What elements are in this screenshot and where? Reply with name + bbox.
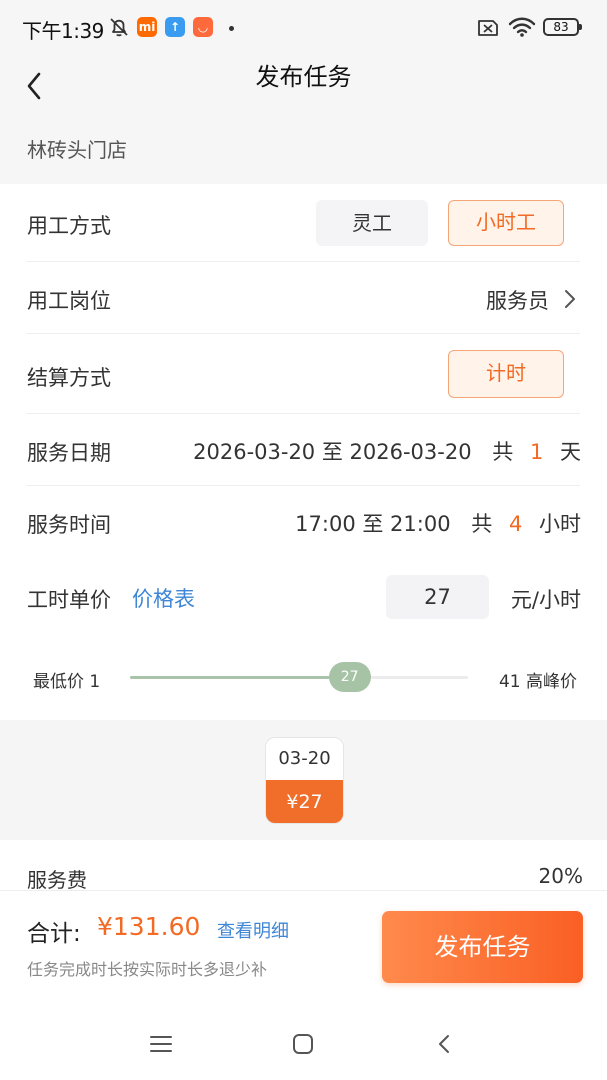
date-price-card[interactable]: 03-20 ¥27 (265, 737, 344, 824)
service-time-range: 17:00 至 21:00 (295, 512, 451, 536)
date-card-date: 03-20 (278, 748, 331, 769)
bottom-bar: 合计: ¥131.60 查看明细 任务完成时长按实际时长多退少补 发布任务 (0, 890, 607, 1003)
service-date-range: 2026-03-20 至 2026-03-20 (193, 440, 472, 464)
unit-price-input[interactable]: 27 (386, 575, 489, 619)
unit-price-label: 工时单价 (27, 588, 111, 612)
status-time: 下午1:39 (22, 19, 104, 43)
service-date-unit: 天 (560, 440, 581, 464)
more-notifications-dot (229, 26, 234, 31)
service-date-count: 1 (529, 440, 544, 464)
service-date-row[interactable]: 服务日期 2026-03-20 至 2026-03-20 共 1 天 (0, 414, 607, 486)
service-date-value: 2026-03-20 至 2026-03-20 共 1 天 (193, 436, 581, 466)
service-time-row[interactable]: 服务时间 17:00 至 21:00 共 4 小时 (0, 486, 607, 558)
service-time-label: 服务时间 (27, 513, 111, 537)
no-sim-icon (478, 20, 498, 36)
menu-icon[interactable] (149, 1034, 173, 1054)
nav-bar: 发布任务 (0, 56, 607, 116)
position-value: 服务员 (486, 289, 549, 313)
publish-task-button[interactable]: 发布任务 (382, 911, 583, 983)
chevron-right-icon (565, 290, 575, 308)
price-slider-thumb[interactable]: 27 (328, 662, 371, 692)
service-fee-label: 服务费 (27, 868, 87, 892)
home-icon[interactable] (292, 1033, 314, 1055)
work-mode-option-flexible[interactable]: 灵工 (316, 200, 428, 246)
price-slider-fill (130, 676, 350, 679)
service-time-count: 4 (508, 512, 523, 536)
page-title: 发布任务 (255, 63, 352, 91)
unit-price-unit: 元/小时 (510, 588, 581, 612)
position-row[interactable]: 用工岗位 服务员 (0, 262, 607, 334)
service-fee-row: 服务费 20% (0, 840, 607, 892)
refund-note: 任务完成时长按实际时长多退少补 (27, 960, 268, 979)
notification-muted-icon (110, 18, 128, 37)
service-date-label: 服务日期 (27, 441, 111, 465)
date-card-price: ¥27 (266, 780, 343, 823)
settlement-option-hourly[interactable]: 计时 (448, 350, 564, 398)
mi-app-icon: mi (137, 17, 157, 37)
store-name: 林砖头门店 (27, 138, 127, 162)
store-header: 林砖头门店 (0, 116, 607, 184)
unit-price-row: 工时单价 价格表 27 元/小时 (0, 558, 607, 636)
battery-indicator: 83 (543, 18, 582, 36)
service-date-total-prefix: 共 (492, 440, 514, 464)
price-table-link[interactable]: 价格表 (132, 583, 195, 613)
slider-max-label: 41 高峰价 (498, 672, 577, 692)
shop-app-icon: ◡ (193, 17, 213, 37)
work-mode-row: 用工方式 灵工 小时工 (0, 184, 607, 262)
service-fee-value: 20% (538, 864, 583, 888)
wifi-icon (508, 17, 536, 37)
system-nav-bar (0, 1004, 607, 1080)
service-time-value: 17:00 至 21:00 共 4 小时 (295, 508, 581, 538)
service-time-unit: 小时 (539, 512, 581, 536)
status-bar: 下午1:39 mi ↑ ◡ 83 (0, 0, 607, 56)
total-label: 合计: (27, 921, 81, 947)
position-label: 用工岗位 (27, 289, 111, 313)
settlement-label: 结算方式 (27, 366, 111, 390)
upload-app-icon: ↑ (165, 17, 185, 37)
settlement-row: 结算方式 计时 (0, 334, 607, 414)
back-nav-icon[interactable] (436, 1033, 452, 1055)
total-amount: ¥131.60 (97, 912, 201, 941)
work-mode-label: 用工方式 (27, 214, 111, 238)
slider-min-label: 最低价 1 (33, 672, 101, 692)
service-time-total-prefix: 共 (471, 512, 493, 536)
price-slider-track[interactable]: 27 (130, 662, 468, 692)
view-details-link[interactable]: 查看明细 (217, 917, 289, 943)
work-mode-option-hourly[interactable]: 小时工 (448, 200, 564, 246)
